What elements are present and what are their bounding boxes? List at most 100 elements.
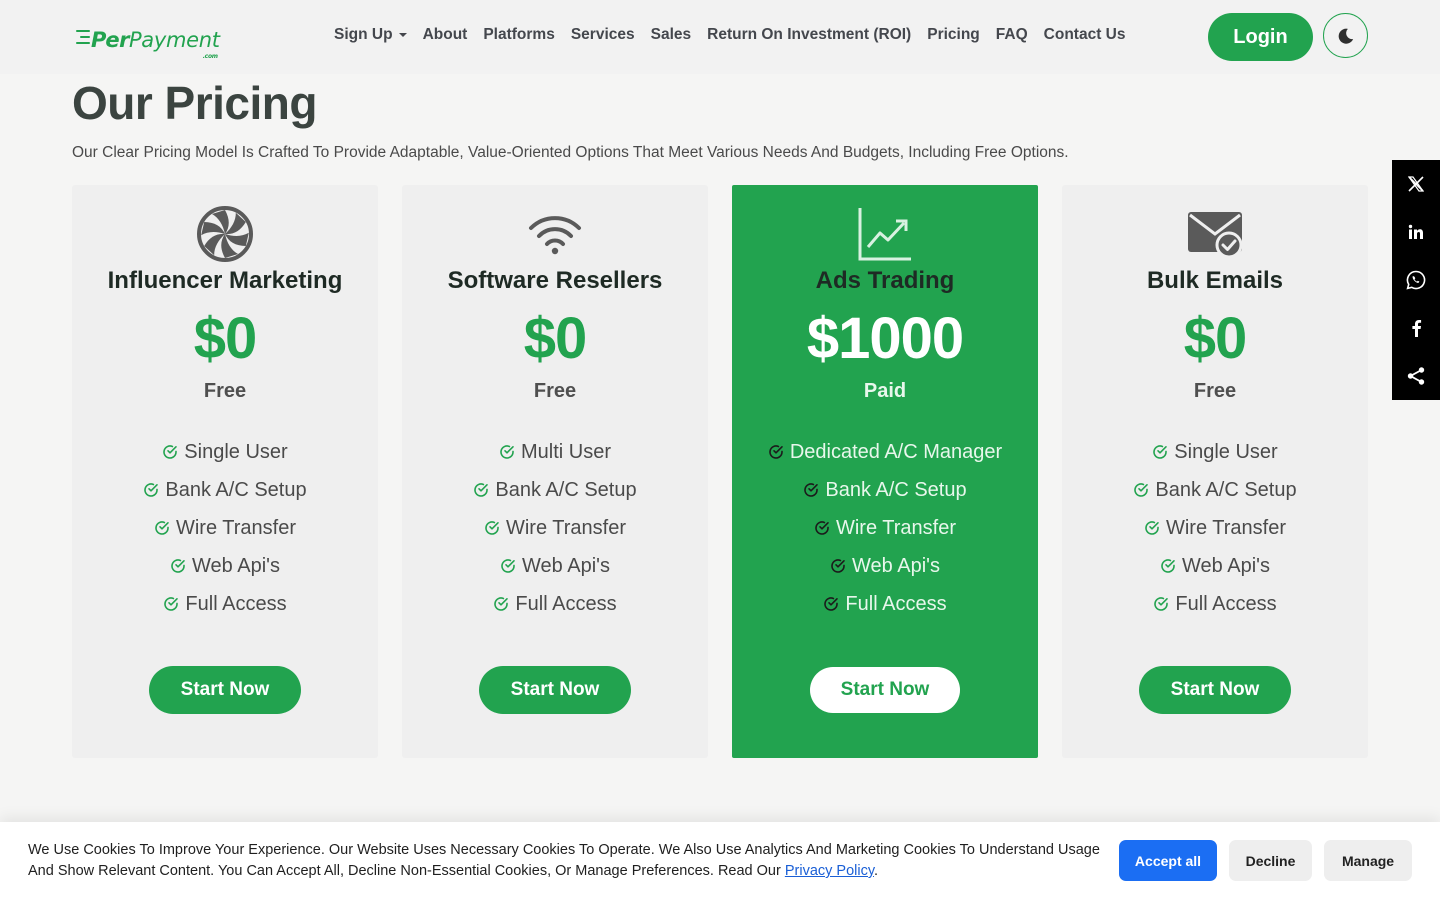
envelope-check-icon	[1188, 212, 1243, 259]
start-now-button[interactable]: Start Now	[1139, 666, 1291, 714]
chart-line-icon	[858, 208, 911, 261]
nav-contact-us[interactable]: Contact Us	[1044, 26, 1126, 44]
check-circle-icon	[831, 559, 845, 573]
plan-type: Free	[203, 380, 247, 402]
check-circle-icon	[494, 597, 509, 611]
whatsapp-icon	[1406, 270, 1426, 290]
linkedin-icon	[1408, 224, 1423, 239]
start-now-button[interactable]: Start Now	[810, 667, 960, 713]
feature-item: Wire Transfer	[732, 509, 1038, 547]
nav-sales[interactable]: Sales	[651, 26, 692, 44]
social-share-bar	[1392, 160, 1440, 400]
feature-item: Full Access	[72, 585, 378, 623]
share-icon	[1407, 367, 1425, 385]
pricing-card-bulk-emails: Bulk Emails $0 Free Single User Bank A/C…	[1062, 185, 1368, 758]
plan-price: $0	[1183, 306, 1248, 371]
feature-item: Wire Transfer	[1062, 509, 1368, 547]
pricing-card-software-resellers: Software Resellers $0 Free Multi User Ba…	[402, 185, 708, 758]
plan-title: Influencer Marketing	[107, 267, 343, 294]
feature-item: Bank A/C Setup	[732, 471, 1038, 509]
feature-item: Bank A/C Setup	[1062, 471, 1368, 509]
start-now-button[interactable]: Start Now	[149, 666, 301, 714]
speed-lines-icon	[76, 30, 90, 44]
check-circle-icon	[164, 597, 179, 611]
share-linkedin-button[interactable]	[1392, 208, 1440, 256]
share-button[interactable]	[1392, 352, 1440, 400]
feature-item: Wire Transfer	[72, 509, 378, 547]
share-x-button[interactable]	[1392, 160, 1440, 208]
plan-price: $0	[523, 306, 588, 371]
feature-item: Web Api's	[1062, 547, 1368, 585]
pricing-card-ads-trading: Ads Trading $1000 Paid Dedicated A/C Man…	[732, 185, 1038, 758]
nav-roi[interactable]: Return On Investment (ROI)	[707, 26, 911, 44]
start-now-button[interactable]: Start Now	[479, 666, 631, 714]
share-facebook-button[interactable]	[1392, 304, 1440, 352]
plan-price: $1000	[806, 306, 964, 371]
check-circle-icon	[824, 597, 839, 611]
cookie-message: We Use Cookies To Improve Your Experienc…	[28, 842, 1100, 879]
check-circle-icon	[163, 445, 178, 459]
logo-text-per: Per	[91, 28, 129, 52]
feature-item: Full Access	[402, 585, 708, 623]
check-circle-icon	[171, 559, 185, 573]
feature-list: Single User Bank A/C Setup Wire Transfer…	[1062, 433, 1368, 623]
x-icon	[1407, 176, 1425, 192]
nav-faq[interactable]: FAQ	[996, 26, 1028, 44]
feature-list: Single User Bank A/C Setup Wire Transfer…	[72, 433, 378, 623]
moon-icon	[1338, 28, 1353, 44]
check-circle-icon	[155, 521, 169, 535]
logo-suffix: .com	[202, 53, 218, 60]
feature-item: Dedicated A/C Manager	[732, 433, 1038, 471]
feature-item: Wire Transfer	[402, 509, 708, 547]
feature-list: Dedicated A/C Manager Bank A/C Setup Wir…	[732, 433, 1038, 623]
nav-pricing[interactable]: Pricing	[927, 26, 980, 44]
check-circle-icon	[501, 559, 515, 573]
check-circle-icon	[1153, 445, 1168, 459]
feature-item: Full Access	[732, 585, 1038, 623]
plan-title: Bulk Emails	[1146, 267, 1284, 294]
pricing-card-influencer-marketing: Influencer Marketing $0 Free Single User…	[72, 185, 378, 758]
plan-title: Software Resellers	[447, 267, 663, 294]
cookie-banner: We Use Cookies To Improve Your Experienc…	[0, 822, 1440, 900]
feature-item: Web Api's	[402, 547, 708, 585]
nav-about[interactable]: About	[423, 26, 468, 44]
plan-title: Ads Trading	[815, 267, 955, 294]
navbar: Per Payment .com Sign Up About Platforms …	[0, 0, 1440, 74]
manage-button[interactable]: Manage	[1324, 840, 1412, 881]
feature-item: Web Api's	[732, 547, 1038, 585]
chevron-down-icon	[398, 32, 407, 37]
check-circle-icon	[1145, 521, 1159, 535]
page-title: Our Pricing	[72, 77, 317, 129]
logo[interactable]: Per Payment .com	[76, 22, 220, 60]
feature-item: Full Access	[1062, 585, 1368, 623]
feature-item: Multi User	[402, 433, 708, 471]
theme-toggle-button[interactable]	[1323, 13, 1368, 58]
plan-type: Free	[1193, 380, 1237, 402]
check-circle-icon	[1134, 483, 1149, 497]
check-circle-icon	[1154, 597, 1169, 611]
facebook-icon	[1412, 320, 1422, 337]
nav-sign-up[interactable]: Sign Up	[334, 26, 407, 44]
share-whatsapp-button[interactable]	[1392, 256, 1440, 304]
accept-all-button[interactable]: Accept all	[1119, 840, 1217, 881]
plan-type: Paid	[863, 380, 907, 402]
check-circle-icon	[500, 445, 514, 459]
check-circle-icon	[144, 483, 159, 497]
nav-platforms[interactable]: Platforms	[483, 26, 555, 44]
page-subtitle: Our Clear Pricing Model Is Crafted To Pr…	[72, 144, 1069, 161]
plan-price: $0	[193, 306, 258, 371]
check-circle-icon	[804, 483, 819, 497]
nav-services[interactable]: Services	[571, 26, 635, 44]
decline-button[interactable]: Decline	[1229, 840, 1312, 881]
check-circle-icon	[769, 445, 783, 459]
privacy-policy-link[interactable]: Privacy Policy	[785, 863, 874, 879]
feature-item: Single User	[1062, 433, 1368, 471]
feature-item: Bank A/C Setup	[72, 471, 378, 509]
wifi-icon	[529, 216, 581, 255]
check-circle-icon	[485, 521, 499, 535]
login-button[interactable]: Login	[1208, 13, 1313, 61]
feature-item: Web Api's	[72, 547, 378, 585]
feature-item: Single User	[72, 433, 378, 471]
check-circle-icon	[474, 483, 489, 497]
feature-list: Multi User Bank A/C Setup Wire Transfer …	[402, 433, 708, 623]
